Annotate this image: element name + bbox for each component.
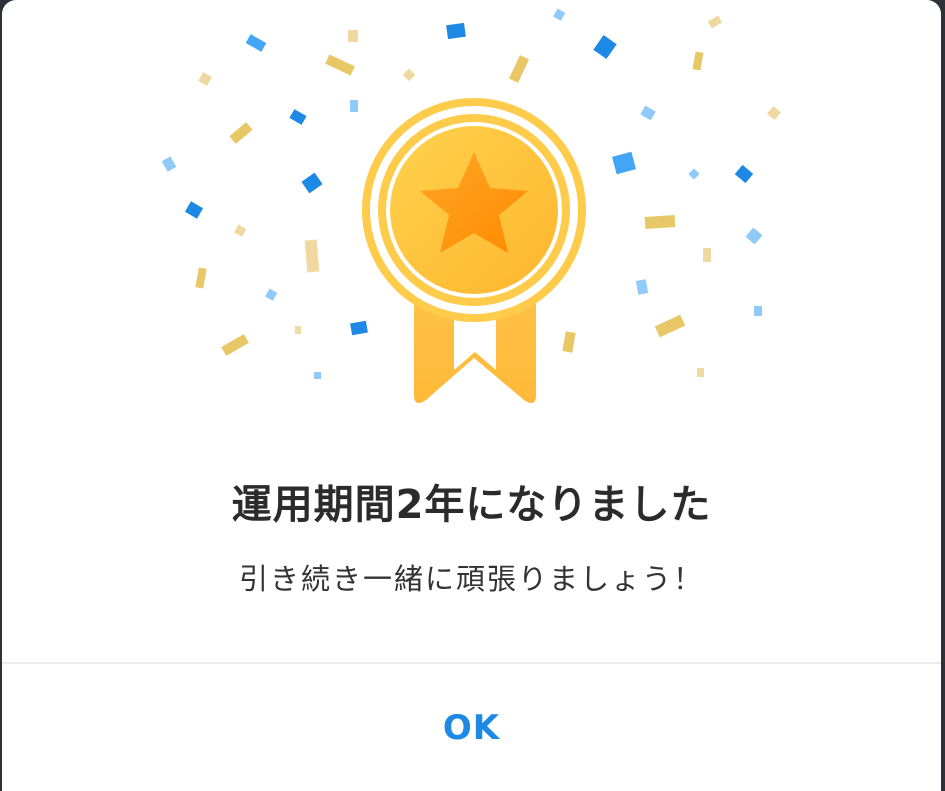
- ok-button[interactable]: OK: [2, 664, 941, 791]
- dialog-title: 運用期間2年になりました: [231, 482, 712, 528]
- achievement-dialog: 運用期間2年になりました 引き続き一緒に頑張りましょう！ OK: [2, 0, 941, 791]
- dialog-subtitle: 引き続き一緒に頑張りましょう！: [238, 562, 704, 596]
- medal: [362, 98, 586, 322]
- award-medal-with-confetti-icon: [161, 8, 782, 404]
